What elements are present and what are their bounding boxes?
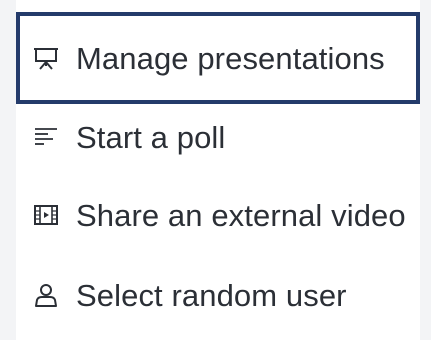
actions-menu: Manage presentations Start a poll Share …	[16, 0, 420, 340]
menu-item-start-poll[interactable]: Start a poll	[16, 95, 420, 179]
poll-icon	[32, 123, 60, 151]
video-icon	[32, 201, 60, 229]
menu-item-manage-presentations[interactable]: Manage presentations	[16, 12, 420, 104]
presentation-icon	[32, 44, 60, 72]
menu-item-share-external-video[interactable]: Share an external video	[16, 173, 420, 257]
menu-item-label: Select random user	[76, 277, 347, 313]
user-icon	[32, 281, 60, 309]
menu-item-select-random-user[interactable]: Select random user	[16, 253, 420, 337]
menu-item-label: Manage presentations	[76, 40, 385, 76]
menu-item-label: Start a poll	[76, 119, 226, 155]
menu-item-label: Share an external video	[76, 197, 406, 233]
